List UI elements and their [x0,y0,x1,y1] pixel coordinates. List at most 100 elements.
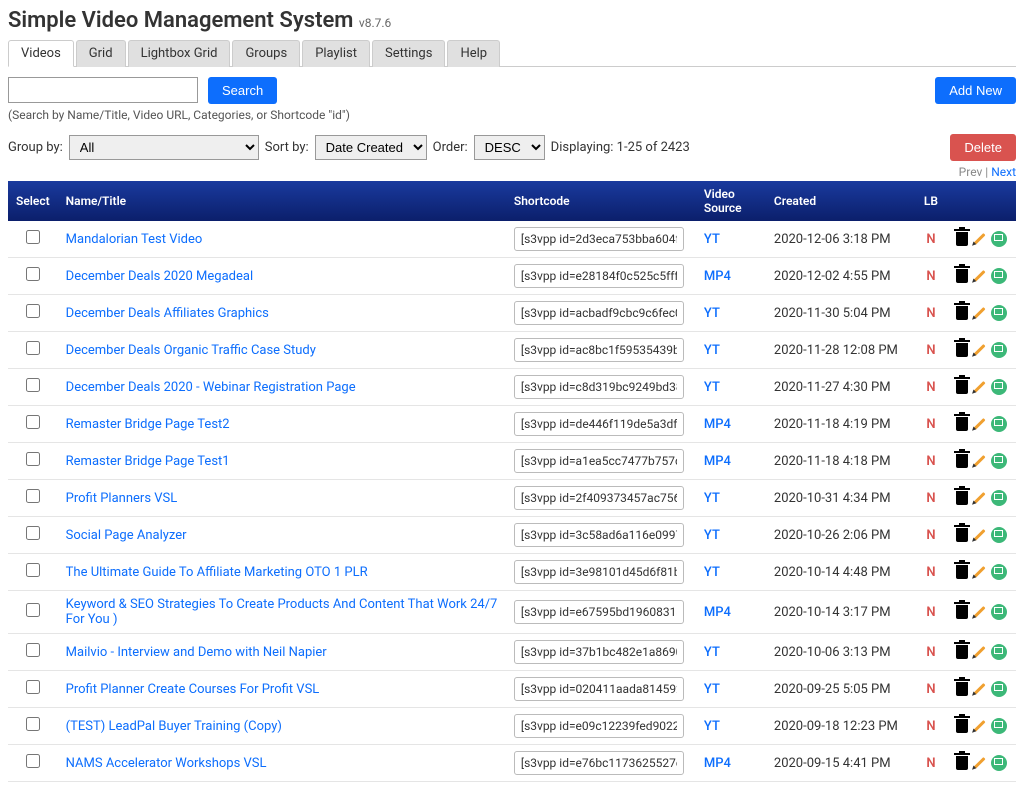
trash-icon[interactable] [956,491,968,505]
video-title-link[interactable]: (TEST) LeadPal Buyer Training (Copy) [66,719,282,734]
edit-icon[interactable] [973,566,985,578]
trash-icon[interactable] [956,380,968,394]
duplicate-icon[interactable] [991,416,1007,432]
video-source-link[interactable]: YT [704,380,720,395]
video-source-link[interactable]: YT [704,343,720,358]
row-checkbox[interactable] [26,378,40,392]
row-checkbox[interactable] [26,603,40,617]
edit-icon[interactable] [973,418,985,430]
shortcode-field[interactable] [514,523,684,547]
trash-icon[interactable] [956,306,968,320]
shortcode-field[interactable] [514,338,684,362]
duplicate-icon[interactable] [991,564,1007,580]
edit-icon[interactable] [973,344,985,356]
edit-icon[interactable] [973,606,985,618]
duplicate-icon[interactable] [991,342,1007,358]
video-title-link[interactable]: Mandalorian Test Video [66,232,203,247]
video-title-link[interactable]: December Deals Affiliates Graphics [66,306,269,321]
trash-icon[interactable] [956,528,968,542]
video-title-link[interactable]: Remaster Bridge Page Test2 [66,417,230,432]
trash-icon[interactable] [956,232,968,246]
trash-icon[interactable] [956,756,968,770]
shortcode-field[interactable] [514,264,684,288]
shortcode-field[interactable] [514,412,684,436]
video-source-link[interactable]: YT [704,528,720,543]
duplicate-icon[interactable] [991,644,1007,660]
search-button[interactable]: Search [208,77,277,104]
video-source-link[interactable]: YT [704,645,720,660]
video-title-link[interactable]: NAMS Accelerator Workshops VSL [66,756,267,771]
shortcode-field[interactable] [514,714,684,738]
row-checkbox[interactable] [26,267,40,281]
duplicate-icon[interactable] [991,379,1007,395]
edit-icon[interactable] [973,270,985,282]
trash-icon[interactable] [956,719,968,733]
duplicate-icon[interactable] [991,681,1007,697]
row-checkbox[interactable] [26,489,40,503]
trash-icon[interactable] [956,343,968,357]
shortcode-field[interactable] [514,640,684,664]
trash-icon[interactable] [956,682,968,696]
edit-icon[interactable] [973,683,985,695]
shortcode-field[interactable] [514,301,684,325]
edit-icon[interactable] [973,492,985,504]
sort-by-select[interactable]: Date Created [315,135,427,160]
edit-icon[interactable] [973,757,985,769]
shortcode-field[interactable] [514,751,684,775]
tab-grid[interactable]: Grid [76,40,126,67]
video-title-link[interactable]: Profit Planner Create Courses For Profit… [66,682,320,697]
group-by-select[interactable]: All [69,135,259,160]
trash-icon[interactable] [956,417,968,431]
video-source-link[interactable]: YT [704,719,720,734]
add-new-button[interactable]: Add New [935,77,1016,104]
row-checkbox[interactable] [26,341,40,355]
duplicate-icon[interactable] [991,527,1007,543]
duplicate-icon[interactable] [991,490,1007,506]
tab-playlist[interactable]: Playlist [302,40,370,67]
edit-icon[interactable] [973,381,985,393]
video-source-link[interactable]: YT [704,232,720,247]
video-source-link[interactable]: YT [704,306,720,321]
edit-icon[interactable] [973,720,985,732]
order-select[interactable]: DESC [474,135,545,160]
tab-lightbox-grid[interactable]: Lightbox Grid [128,40,231,67]
video-title-link[interactable]: Keyword & SEO Strategies To Create Produ… [66,597,498,627]
row-checkbox[interactable] [26,304,40,318]
tab-settings[interactable]: Settings [372,40,445,67]
trash-icon[interactable] [956,454,968,468]
trash-icon[interactable] [956,605,968,619]
pager-next[interactable]: Next [991,165,1016,179]
tab-help[interactable]: Help [447,40,500,67]
duplicate-icon[interactable] [991,718,1007,734]
row-checkbox[interactable] [26,754,40,768]
shortcode-field[interactable] [514,600,684,624]
row-checkbox[interactable] [26,452,40,466]
delete-button[interactable]: Delete [950,134,1016,161]
video-title-link[interactable]: Remaster Bridge Page Test1 [66,454,230,469]
trash-icon[interactable] [956,269,968,283]
edit-icon[interactable] [973,646,985,658]
video-source-link[interactable]: MP4 [704,756,731,771]
row-checkbox[interactable] [26,680,40,694]
row-checkbox[interactable] [26,230,40,244]
row-checkbox[interactable] [26,563,40,577]
shortcode-field[interactable] [514,486,684,510]
edit-icon[interactable] [973,529,985,541]
edit-icon[interactable] [973,233,985,245]
shortcode-field[interactable] [514,227,684,251]
duplicate-icon[interactable] [991,755,1007,771]
duplicate-icon[interactable] [991,268,1007,284]
tab-videos[interactable]: Videos [8,40,74,67]
video-source-link[interactable]: MP4 [704,454,731,469]
edit-icon[interactable] [973,307,985,319]
trash-icon[interactable] [956,565,968,579]
video-source-link[interactable]: YT [704,491,720,506]
video-title-link[interactable]: December Deals 2020 - Webinar Registrati… [66,380,356,395]
tab-groups[interactable]: Groups [232,40,300,67]
shortcode-field[interactable] [514,449,684,473]
duplicate-icon[interactable] [991,231,1007,247]
trash-icon[interactable] [956,645,968,659]
video-source-link[interactable]: YT [704,682,720,697]
video-title-link[interactable]: Mailvio - Interview and Demo with Neil N… [66,645,327,660]
video-source-link[interactable]: MP4 [704,417,731,432]
